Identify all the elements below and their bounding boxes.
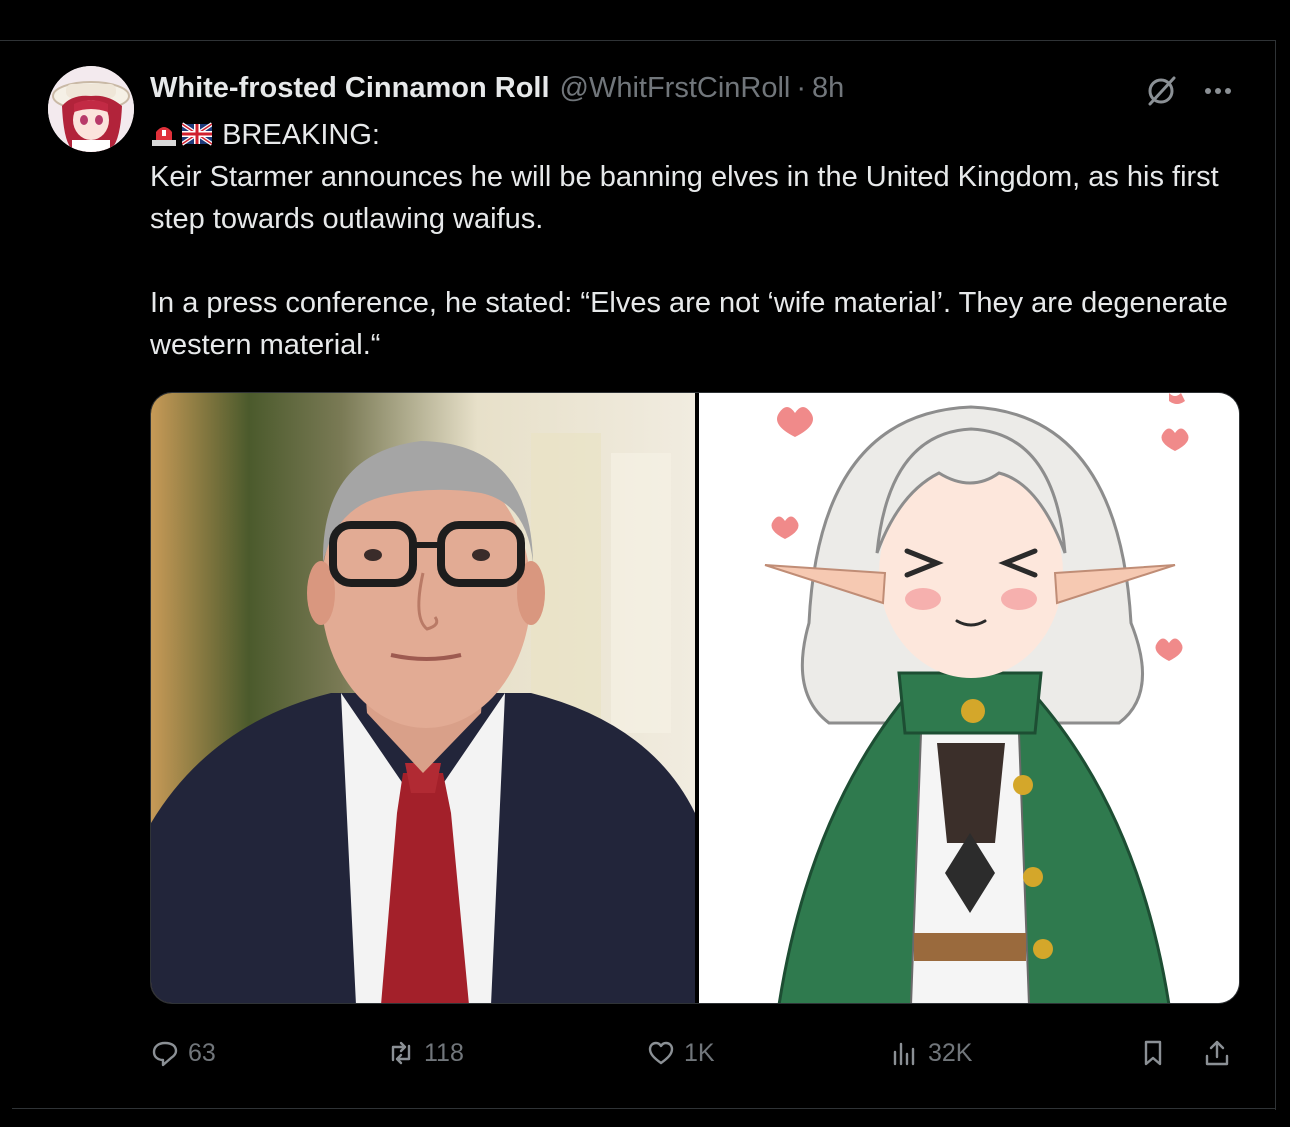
action-bar: 63 118 1K 32K: [150, 1030, 1250, 1076]
share-icon: [1205, 1040, 1229, 1066]
like-icon: [648, 1041, 674, 1065]
views-count: 32K: [928, 1038, 973, 1067]
post-text: BREAKING: Keir Starmer announces he will…: [150, 114, 1250, 366]
reply-icon: [152, 1041, 178, 1067]
headline-text: BREAKING:: [222, 119, 380, 151]
media-grid[interactable]: [150, 392, 1240, 1004]
uk-flag-icon: [180, 118, 214, 146]
frame-top-border: [0, 40, 1275, 41]
bookmark-button[interactable]: [1138, 1030, 1176, 1076]
views-button[interactable]: 32K: [890, 1030, 972, 1076]
paragraph-1: Keir Starmer announces he will be bannin…: [150, 161, 1219, 235]
repost-count: 118: [424, 1038, 464, 1067]
more-icon[interactable]: [1196, 72, 1240, 110]
bookmark-icon: [1144, 1040, 1162, 1066]
frame-bottom-border: [12, 1108, 1276, 1109]
share-button[interactable]: [1202, 1030, 1240, 1076]
display-name[interactable]: White-frosted Cinnamon Roll: [150, 72, 550, 105]
avatar-image: [48, 66, 134, 152]
reply-button[interactable]: 63: [150, 1030, 216, 1076]
man-in-suit-photo[interactable]: [151, 393, 695, 1003]
separator-dot: ·: [796, 71, 807, 104]
headline-line: BREAKING:: [150, 114, 1250, 156]
avatar[interactable]: [48, 66, 134, 152]
rotating-light-icon: [150, 118, 178, 146]
like-count: 1K: [684, 1038, 715, 1067]
post-header: White-frosted Cinnamon Roll @WhitFrstCin…: [150, 66, 1150, 110]
grok-icon[interactable]: [1142, 72, 1180, 110]
reply-count: 63: [188, 1038, 216, 1067]
frame-right-border: [1275, 40, 1276, 1110]
repost-icon: [391, 1041, 411, 1065]
anime-elf-girl-illustration[interactable]: [699, 393, 1239, 1003]
repost-button[interactable]: 118: [386, 1030, 464, 1076]
post-time[interactable]: 8h: [812, 72, 844, 105]
like-button[interactable]: 1K: [646, 1030, 715, 1076]
paragraph-2: In a press conference, he stated: “Elves…: [150, 287, 1228, 361]
views-icon: [893, 1042, 915, 1066]
user-handle[interactable]: @WhitFrstCinRoll: [560, 72, 791, 105]
